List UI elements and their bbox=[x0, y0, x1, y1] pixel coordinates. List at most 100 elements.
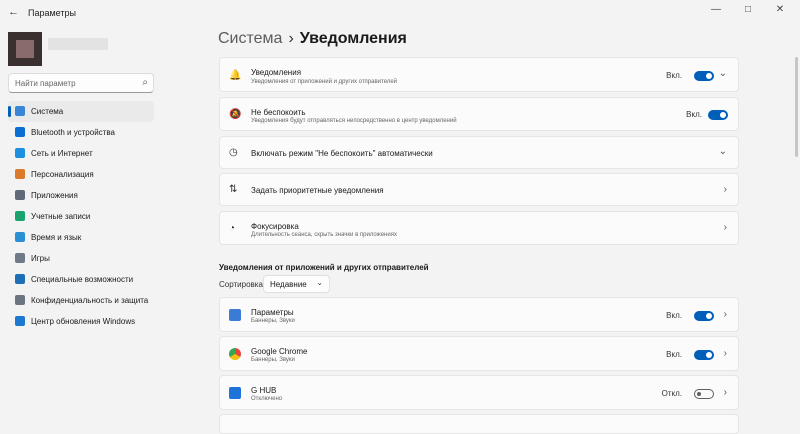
bell-snooze-icon: 🔕 bbox=[229, 109, 242, 120]
chevron-right-icon[interactable]: › bbox=[724, 348, 727, 359]
wifi-icon bbox=[15, 148, 25, 158]
globe-clock-icon bbox=[15, 232, 25, 242]
setting-title: Не беспокоить bbox=[251, 108, 306, 117]
app-name: Параметры bbox=[251, 308, 294, 317]
sidebar-item[interactable]: Игры bbox=[8, 248, 154, 269]
do-not-disturb-card[interactable]: 🔕 Не беспокоить Уведомления будут отправ… bbox=[219, 97, 739, 131]
page-title: Уведомления bbox=[299, 30, 407, 47]
scrollbar[interactable] bbox=[795, 57, 798, 157]
app-title: Параметры bbox=[28, 8, 76, 18]
breadcrumb-separator: › bbox=[288, 30, 294, 47]
ghub-icon bbox=[229, 387, 241, 399]
sidebar-item-label: Конфиденциальность и защита bbox=[31, 296, 149, 305]
app-name: G HUB bbox=[251, 386, 277, 395]
focus-icon: ◔ bbox=[229, 223, 236, 234]
chevron-down-icon[interactable]: ⌄ bbox=[719, 68, 727, 79]
toggle-state-label: Вкл. bbox=[686, 110, 702, 119]
search-box[interactable]: ⌕ bbox=[8, 73, 154, 93]
notifications-toggle[interactable] bbox=[694, 71, 714, 81]
bell-icon: 🔔 bbox=[229, 70, 242, 81]
setting-title: Фокусировка bbox=[251, 222, 299, 231]
breadcrumb-parent[interactable]: Система bbox=[218, 30, 282, 47]
toggle-state-label: Откл. bbox=[661, 389, 682, 398]
setting-subtitle: Уведомления от приложений и других отпра… bbox=[251, 79, 398, 85]
setting-subtitle: Уведомления будут отправляться непосредс… bbox=[251, 118, 457, 124]
sort-value: Недавние bbox=[270, 280, 307, 289]
sidebar-item-label: Учетные записи bbox=[31, 212, 91, 221]
do-not-disturb-toggle[interactable] bbox=[708, 110, 728, 120]
sidebar-item[interactable]: Приложения bbox=[8, 185, 154, 206]
system-icon bbox=[15, 106, 25, 116]
sort-dropdown[interactable]: Недавние ⌄ bbox=[263, 275, 330, 293]
sidebar-nav: Система Bluetooth и устройства Сеть и Инте… bbox=[8, 101, 154, 332]
apps-icon bbox=[15, 190, 25, 200]
app-row-ghub[interactable]: G HUB Отключено Откл. › bbox=[219, 375, 739, 410]
sidebar-item[interactable]: Специальные возможности bbox=[8, 269, 154, 290]
shield-icon bbox=[15, 295, 25, 305]
search-icon[interactable]: ⌕ bbox=[142, 77, 148, 88]
app-name: Google Chrome bbox=[251, 347, 308, 356]
sidebar-item-label: Время и язык bbox=[31, 233, 82, 242]
minimize-button[interactable]: — bbox=[706, 4, 726, 15]
maximize-button[interactable]: □ bbox=[738, 4, 758, 15]
focus-card[interactable]: ◔ Фокусировка Длительность сеанса, скрыт… bbox=[219, 211, 739, 245]
sidebar-item-label: Специальные возможности bbox=[31, 275, 134, 284]
setting-title: Задать приоритетные уведомления bbox=[251, 186, 384, 195]
username-placeholder bbox=[48, 38, 108, 50]
back-arrow-icon[interactable]: ← bbox=[8, 6, 19, 18]
app-toggle[interactable] bbox=[694, 389, 714, 399]
sidebar-item[interactable]: Время и язык bbox=[8, 227, 154, 248]
sidebar-item-label: Система bbox=[31, 107, 64, 116]
chevron-right-icon[interactable]: › bbox=[724, 309, 727, 320]
toggle-state-label: Вкл. bbox=[666, 71, 682, 80]
auto-dnd-card[interactable]: ◷ Включать режим "Не беспокоить" автомат… bbox=[219, 136, 739, 169]
app-subtitle: Баннеры, Звуки bbox=[251, 318, 295, 324]
chrome-icon bbox=[229, 348, 241, 360]
bluetooth-icon bbox=[15, 127, 25, 137]
chevron-right-icon[interactable]: › bbox=[724, 222, 727, 233]
chevron-right-icon[interactable]: › bbox=[724, 184, 727, 195]
settings-app-icon bbox=[229, 309, 241, 321]
sidebar-item[interactable]: Персонализация bbox=[8, 164, 154, 185]
title-bar: ← Параметры — □ ✕ bbox=[0, 0, 800, 26]
toggle-state-label: Вкл. bbox=[666, 311, 682, 320]
app-subtitle: Отключено bbox=[251, 396, 283, 402]
account-icon bbox=[15, 211, 25, 221]
setting-title: Уведомления bbox=[251, 68, 302, 77]
app-row-settings[interactable]: Параметры Баннеры, Звуки Вкл. › bbox=[219, 297, 739, 332]
sidebar-item[interactable]: Центр обновления Windows bbox=[8, 311, 154, 332]
chevron-right-icon[interactable]: › bbox=[724, 387, 727, 398]
accessibility-icon bbox=[15, 274, 25, 284]
search-input[interactable] bbox=[15, 76, 135, 90]
sidebar-item[interactable]: Учетные записи bbox=[8, 206, 154, 227]
sort-label: Сортировка: bbox=[219, 280, 266, 289]
toggle-state-label: Вкл. bbox=[666, 350, 682, 359]
chevron-down-icon: ⌄ bbox=[316, 278, 323, 287]
clock-icon: ◷ bbox=[229, 147, 238, 158]
sidebar-item-label: Центр обновления Windows bbox=[31, 317, 136, 326]
priority-sort-icon: ⇅ bbox=[229, 184, 238, 195]
priority-notifications-card[interactable]: ⇅ Задать приоритетные уведомления › bbox=[219, 173, 739, 206]
app-subtitle: Баннеры, Звуки bbox=[251, 357, 295, 363]
gamepad-icon bbox=[15, 253, 25, 263]
sidebar-item[interactable]: Bluetooth и устройства bbox=[8, 122, 154, 143]
sidebar-item-label: Игры bbox=[31, 254, 50, 263]
update-icon bbox=[15, 316, 25, 326]
sidebar-item[interactable]: Конфиденциальность и защита bbox=[8, 290, 154, 311]
app-toggle[interactable] bbox=[694, 311, 714, 321]
app-row-partial[interactable] bbox=[219, 414, 739, 434]
sidebar-item-label: Bluetooth и устройства bbox=[31, 128, 115, 137]
section-title: Уведомления от приложений и других отпра… bbox=[219, 263, 429, 272]
setting-title: Включать режим "Не беспокоить" автоматич… bbox=[251, 149, 433, 158]
app-row-chrome[interactable]: Google Chrome Баннеры, Звуки Вкл. › bbox=[219, 336, 739, 371]
brush-icon bbox=[15, 169, 25, 179]
sidebar-item[interactable]: Система bbox=[8, 101, 154, 122]
sidebar-item-label: Сеть и Интернет bbox=[31, 149, 93, 158]
setting-subtitle: Длительность сеанса, скрыть значки в при… bbox=[251, 232, 397, 238]
notifications-card[interactable]: 🔔 Уведомления Уведомления от приложений … bbox=[219, 57, 739, 92]
sidebar-item[interactable]: Сеть и Интернет bbox=[8, 143, 154, 164]
chevron-down-icon[interactable]: ⌄ bbox=[719, 146, 727, 157]
app-toggle[interactable] bbox=[694, 350, 714, 360]
avatar[interactable] bbox=[8, 32, 42, 66]
close-button[interactable]: ✕ bbox=[770, 4, 790, 15]
